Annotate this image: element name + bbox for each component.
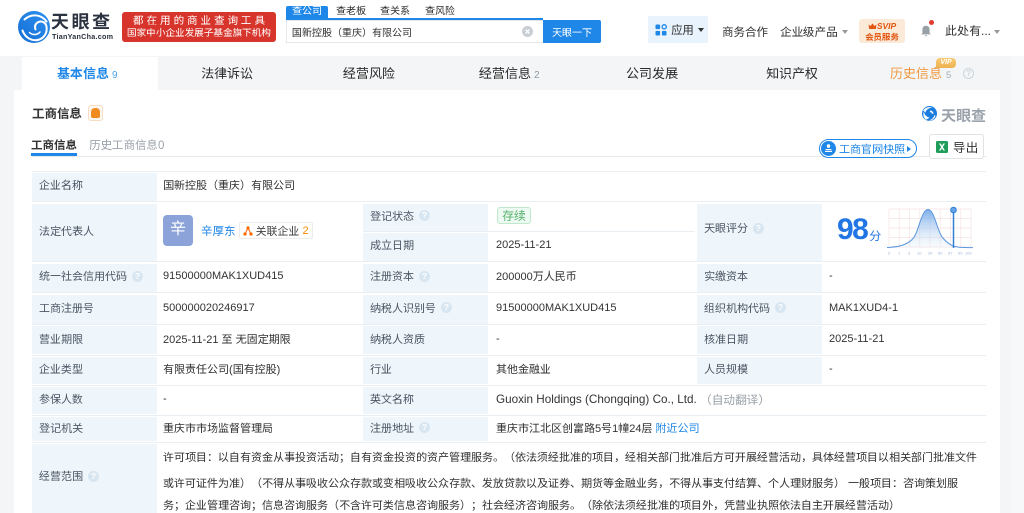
svg-text:10: 10 xyxy=(917,250,922,255)
svg-text:30: 30 xyxy=(928,250,933,255)
svg-text:100: 100 xyxy=(965,250,972,255)
svg-text:60: 60 xyxy=(938,250,943,255)
svg-text:99: 99 xyxy=(958,250,963,255)
svg-text:0: 0 xyxy=(888,250,891,255)
svg-text:1: 1 xyxy=(898,250,901,255)
svg-text:87: 87 xyxy=(948,250,953,255)
svg-text:3: 3 xyxy=(908,250,911,255)
